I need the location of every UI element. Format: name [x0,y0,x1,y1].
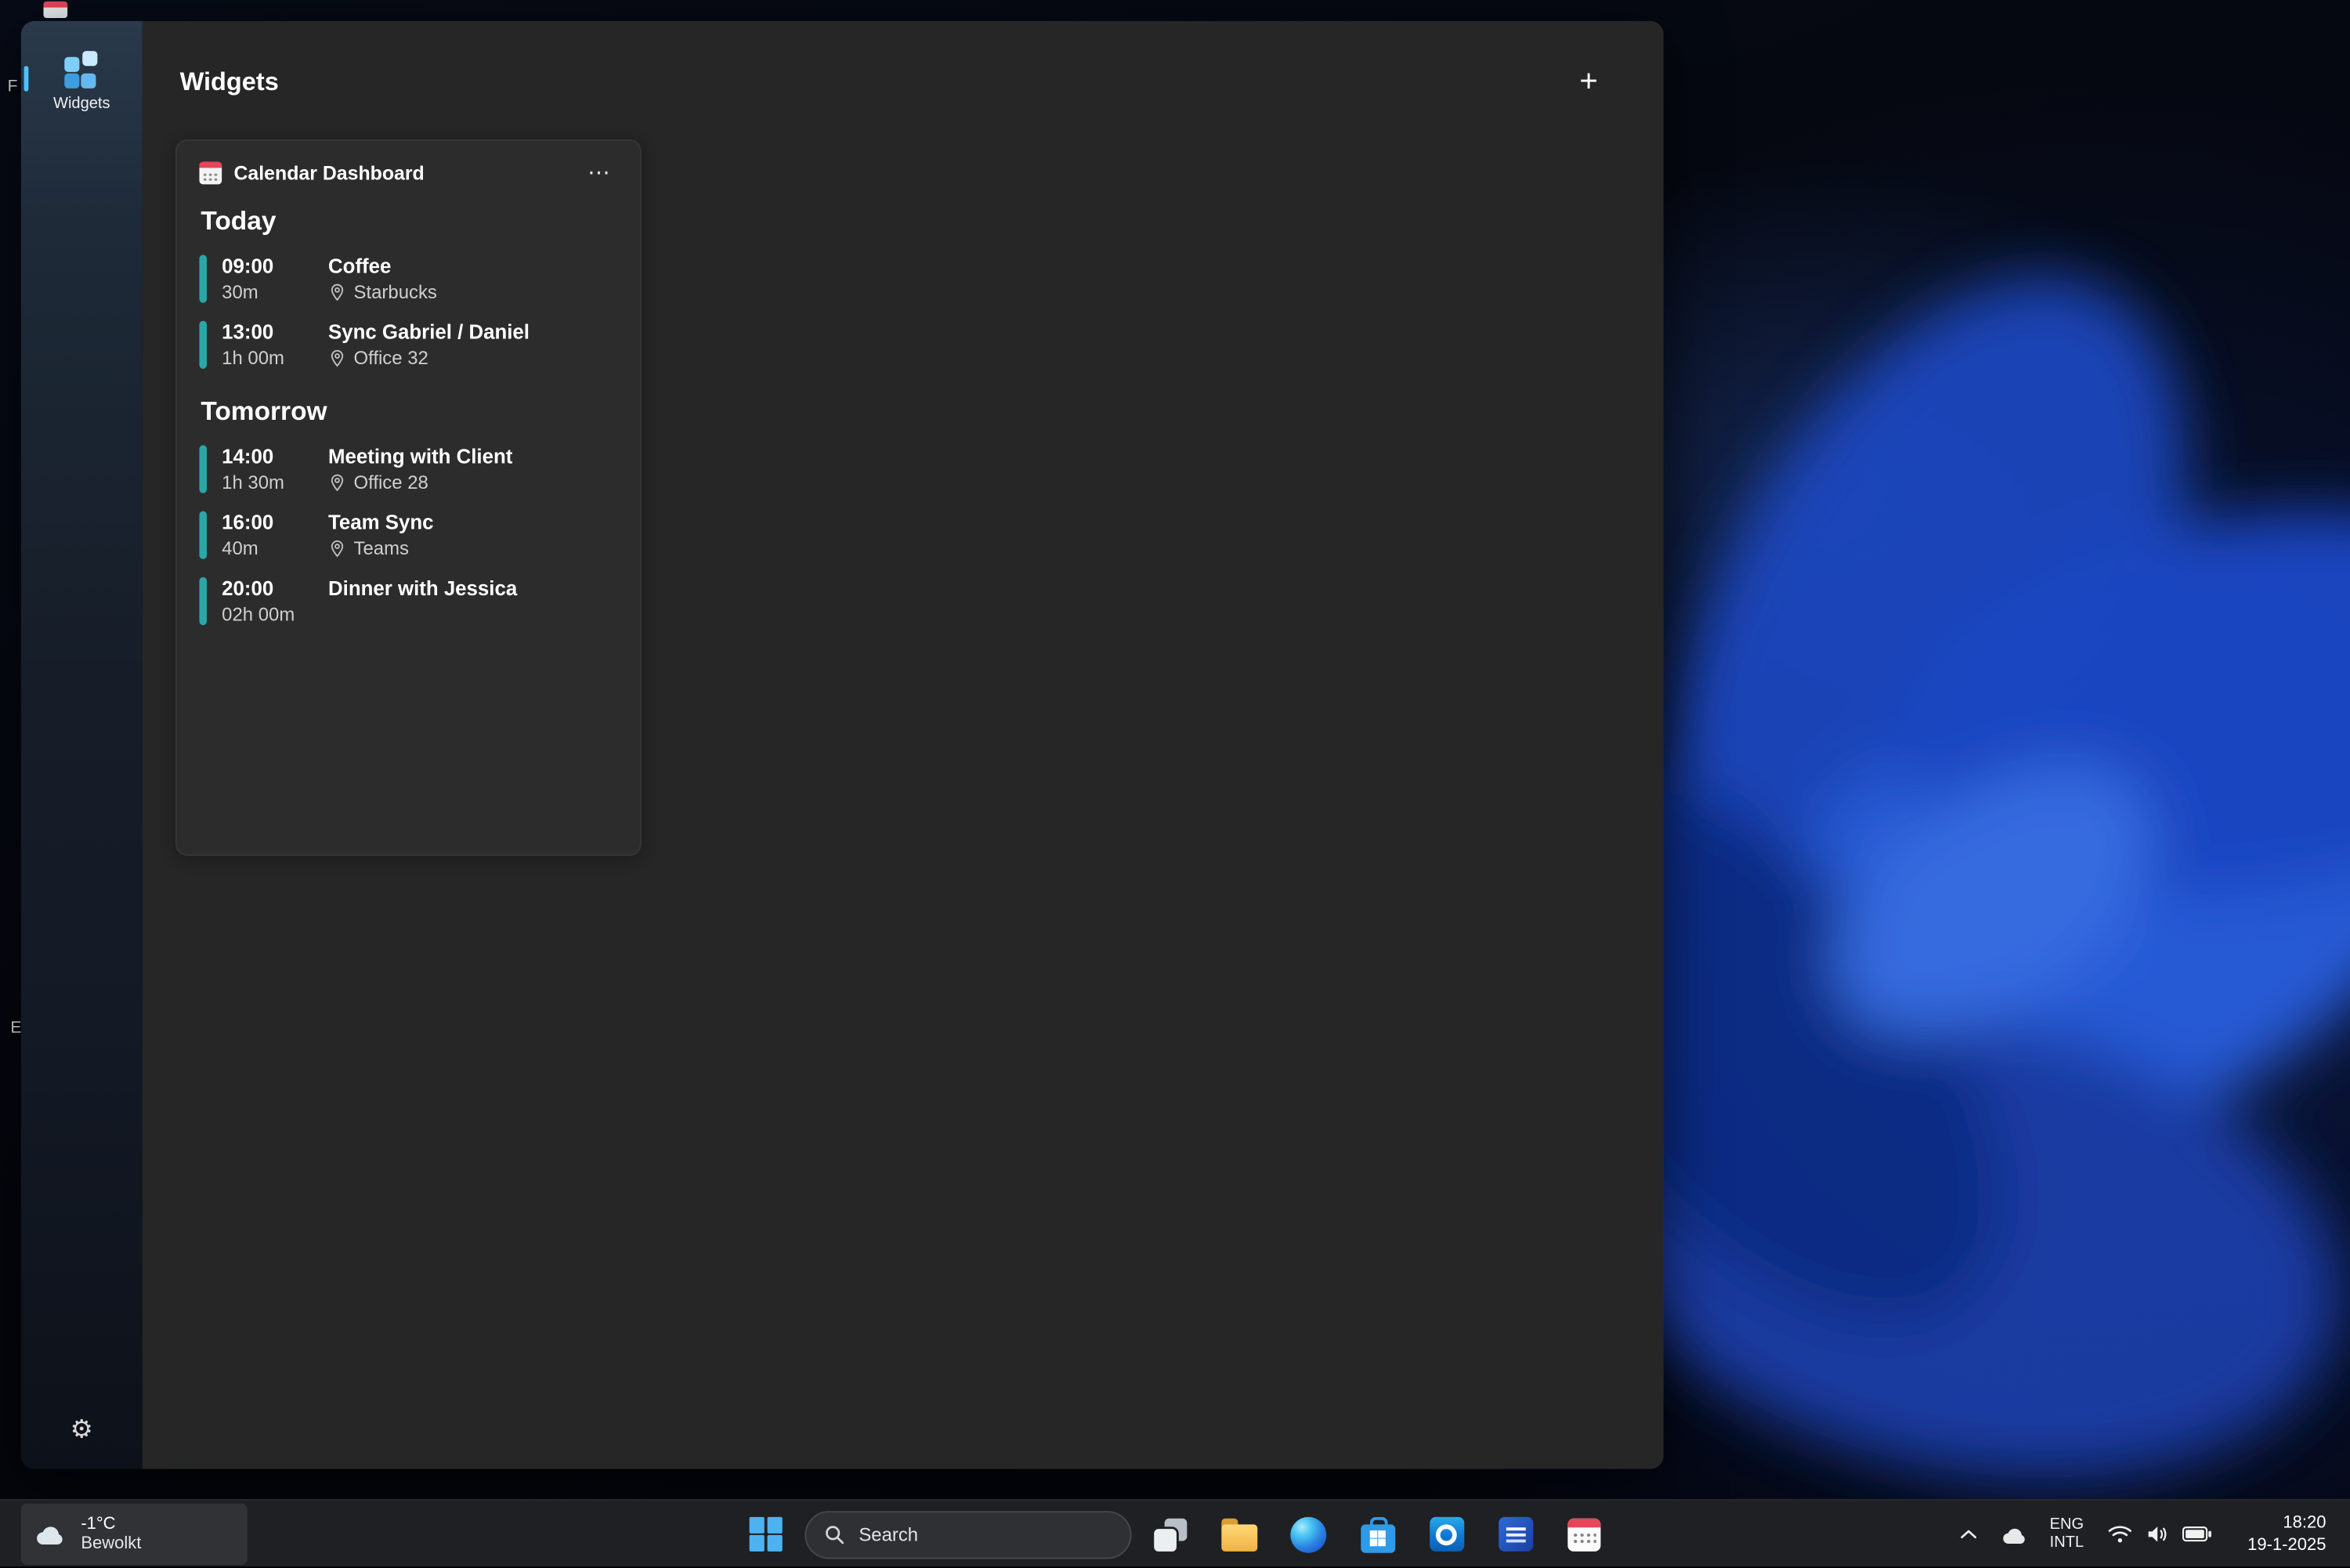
event-time: 16:00 [222,511,328,534]
clock-button[interactable]: 18:20 19-1-2025 [2224,1505,2335,1565]
event-color-bar [199,511,207,559]
event-location: Teams [328,538,617,559]
tray-time: 18:20 [2283,1512,2326,1534]
event-location: Starbucks [328,282,617,303]
more-options-button[interactable]: ⋯ [581,159,617,186]
widgets-panel: Widgets ⚙ Widgets + Calendar Dashboard ⋯… [21,21,1664,1469]
event-location-text: Office 28 [354,472,428,493]
event-title: Dinner with Jessica [328,577,617,600]
event-color-bar [199,255,207,302]
event-color-bar [199,577,207,625]
event-duration: 40m [222,538,328,559]
calendar-dashboard-widget: Calendar Dashboard ⋯ Today 09:00 30m Cof… [175,139,642,856]
section-heading-today: Today [201,205,617,237]
edge-icon [1290,1516,1326,1552]
event-duration: 02h 00m [222,604,328,625]
chevron-up-icon [1960,1529,1976,1539]
event-title: Meeting with Client [328,445,617,468]
event-title: Sync Gabriel / Daniel [328,321,617,344]
event-duration: 30m [222,282,328,303]
event-location-text: Teams [354,538,409,559]
document-app-icon [1498,1517,1532,1552]
onedrive-tray-button[interactable] [1990,1505,2038,1565]
event-duration: 1h 00m [222,348,328,369]
event-time: 13:00 [222,321,328,344]
add-widget-button[interactable]: + [1567,61,1610,103]
event-location-text: Starbucks [354,282,437,303]
system-tray: ENG INTL [1945,1501,2350,1568]
event-color-bar [199,445,207,493]
page-title: Widgets [180,67,279,97]
language-line2: INTL [2050,1534,2084,1552]
weather-condition: Bewolkt [81,1535,141,1553]
event-time: 20:00 [222,577,328,600]
gear-icon: ⚙ [70,1415,93,1445]
weather-temperature: -1°C [81,1516,141,1534]
file-explorer-button[interactable] [1209,1505,1270,1565]
widgets-icon [63,51,100,89]
language-switcher-button[interactable]: ENG INTL [2038,1505,2095,1565]
task-view-icon [1154,1518,1187,1551]
location-pin-icon [328,540,346,558]
event-location: Office 28 [328,472,617,493]
taskbar-center: Search [736,1501,1614,1568]
widgets-panel-rail: Widgets ⚙ [21,21,143,1469]
volume-icon [2146,1524,2169,1544]
search-label: Search [859,1523,918,1545]
edge-browser-button[interactable] [1278,1505,1339,1565]
section-heading-tomorrow: Tomorrow [201,396,617,427]
event-color-bar [199,321,207,369]
location-pin-icon [328,474,346,492]
folder-icon [1221,1523,1257,1550]
widgets-panel-main: Widgets + Calendar Dashboard ⋯ Today 09:… [143,21,1664,1469]
search-button[interactable]: Search [804,1510,1131,1558]
store-icon [1360,1523,1394,1552]
sidebar-item-widgets[interactable]: Widgets [21,51,143,112]
calendar-event[interactable]: 20:00 02h 00m Dinner with Jessica [199,577,617,625]
wifi-icon [2107,1524,2133,1544]
windows-logo-icon [749,1517,783,1551]
location-pin-icon [328,349,346,367]
desktop-icon-fragment[interactable] [43,2,67,18]
weather-widget-button[interactable]: -1°C Bewolkt [21,1504,248,1565]
desktop-icon-label-fragment: E [10,1019,21,1037]
task-view-button[interactable] [1141,1505,1201,1565]
event-title: Coffee [328,255,617,277]
search-icon [824,1523,845,1545]
cloud-icon [34,1522,67,1548]
battery-icon [2182,1526,2212,1542]
event-title: Team Sync [328,511,617,534]
event-location: Office 32 [328,348,617,369]
language-line1: ENG [2050,1517,2084,1534]
outlook-icon [1429,1517,1463,1552]
calendar-event[interactable]: 13:00 1h 00m Sync Gabriel / Daniel Offic… [199,321,617,369]
calendar-icon [199,161,222,184]
widget-header: Calendar Dashboard ⋯ [199,159,617,186]
calendar-event[interactable]: 16:00 40m Team Sync Teams [199,511,617,559]
desktop: F E Widgets ⚙ Widgets + Calendar Dashboa… [0,0,2350,1566]
event-location-text: Office 32 [354,348,428,369]
microsoft-store-button[interactable] [1347,1505,1408,1565]
desktop-icon-label-fragment: F [8,78,18,96]
calendar-event[interactable]: 14:00 1h 30m Meeting with Client Office … [199,445,617,493]
tray-overflow-button[interactable] [1945,1505,1990,1565]
cloud-icon [2000,1523,2028,1545]
sidebar-item-label: Widgets [53,95,110,113]
event-time: 09:00 [222,255,328,277]
event-duration: 1h 30m [222,472,328,493]
outlook-button[interactable] [1416,1505,1477,1565]
tray-date: 19-1-2025 [2247,1534,2326,1556]
calendar-app-button[interactable] [1554,1505,1614,1565]
widget-title: Calendar Dashboard [233,161,569,184]
settings-button[interactable]: ⚙ [21,1415,143,1445]
start-button[interactable] [736,1505,796,1565]
event-time: 14:00 [222,445,328,468]
document-app-button[interactable] [1485,1505,1546,1565]
quick-settings-button[interactable] [2095,1505,2225,1565]
taskbar: -1°C Bewolkt Search [0,1499,2350,1566]
calendar-event[interactable]: 09:00 30m Coffee Starbucks [199,255,617,302]
calendar-app-icon [1567,1518,1600,1551]
location-pin-icon [328,284,346,302]
